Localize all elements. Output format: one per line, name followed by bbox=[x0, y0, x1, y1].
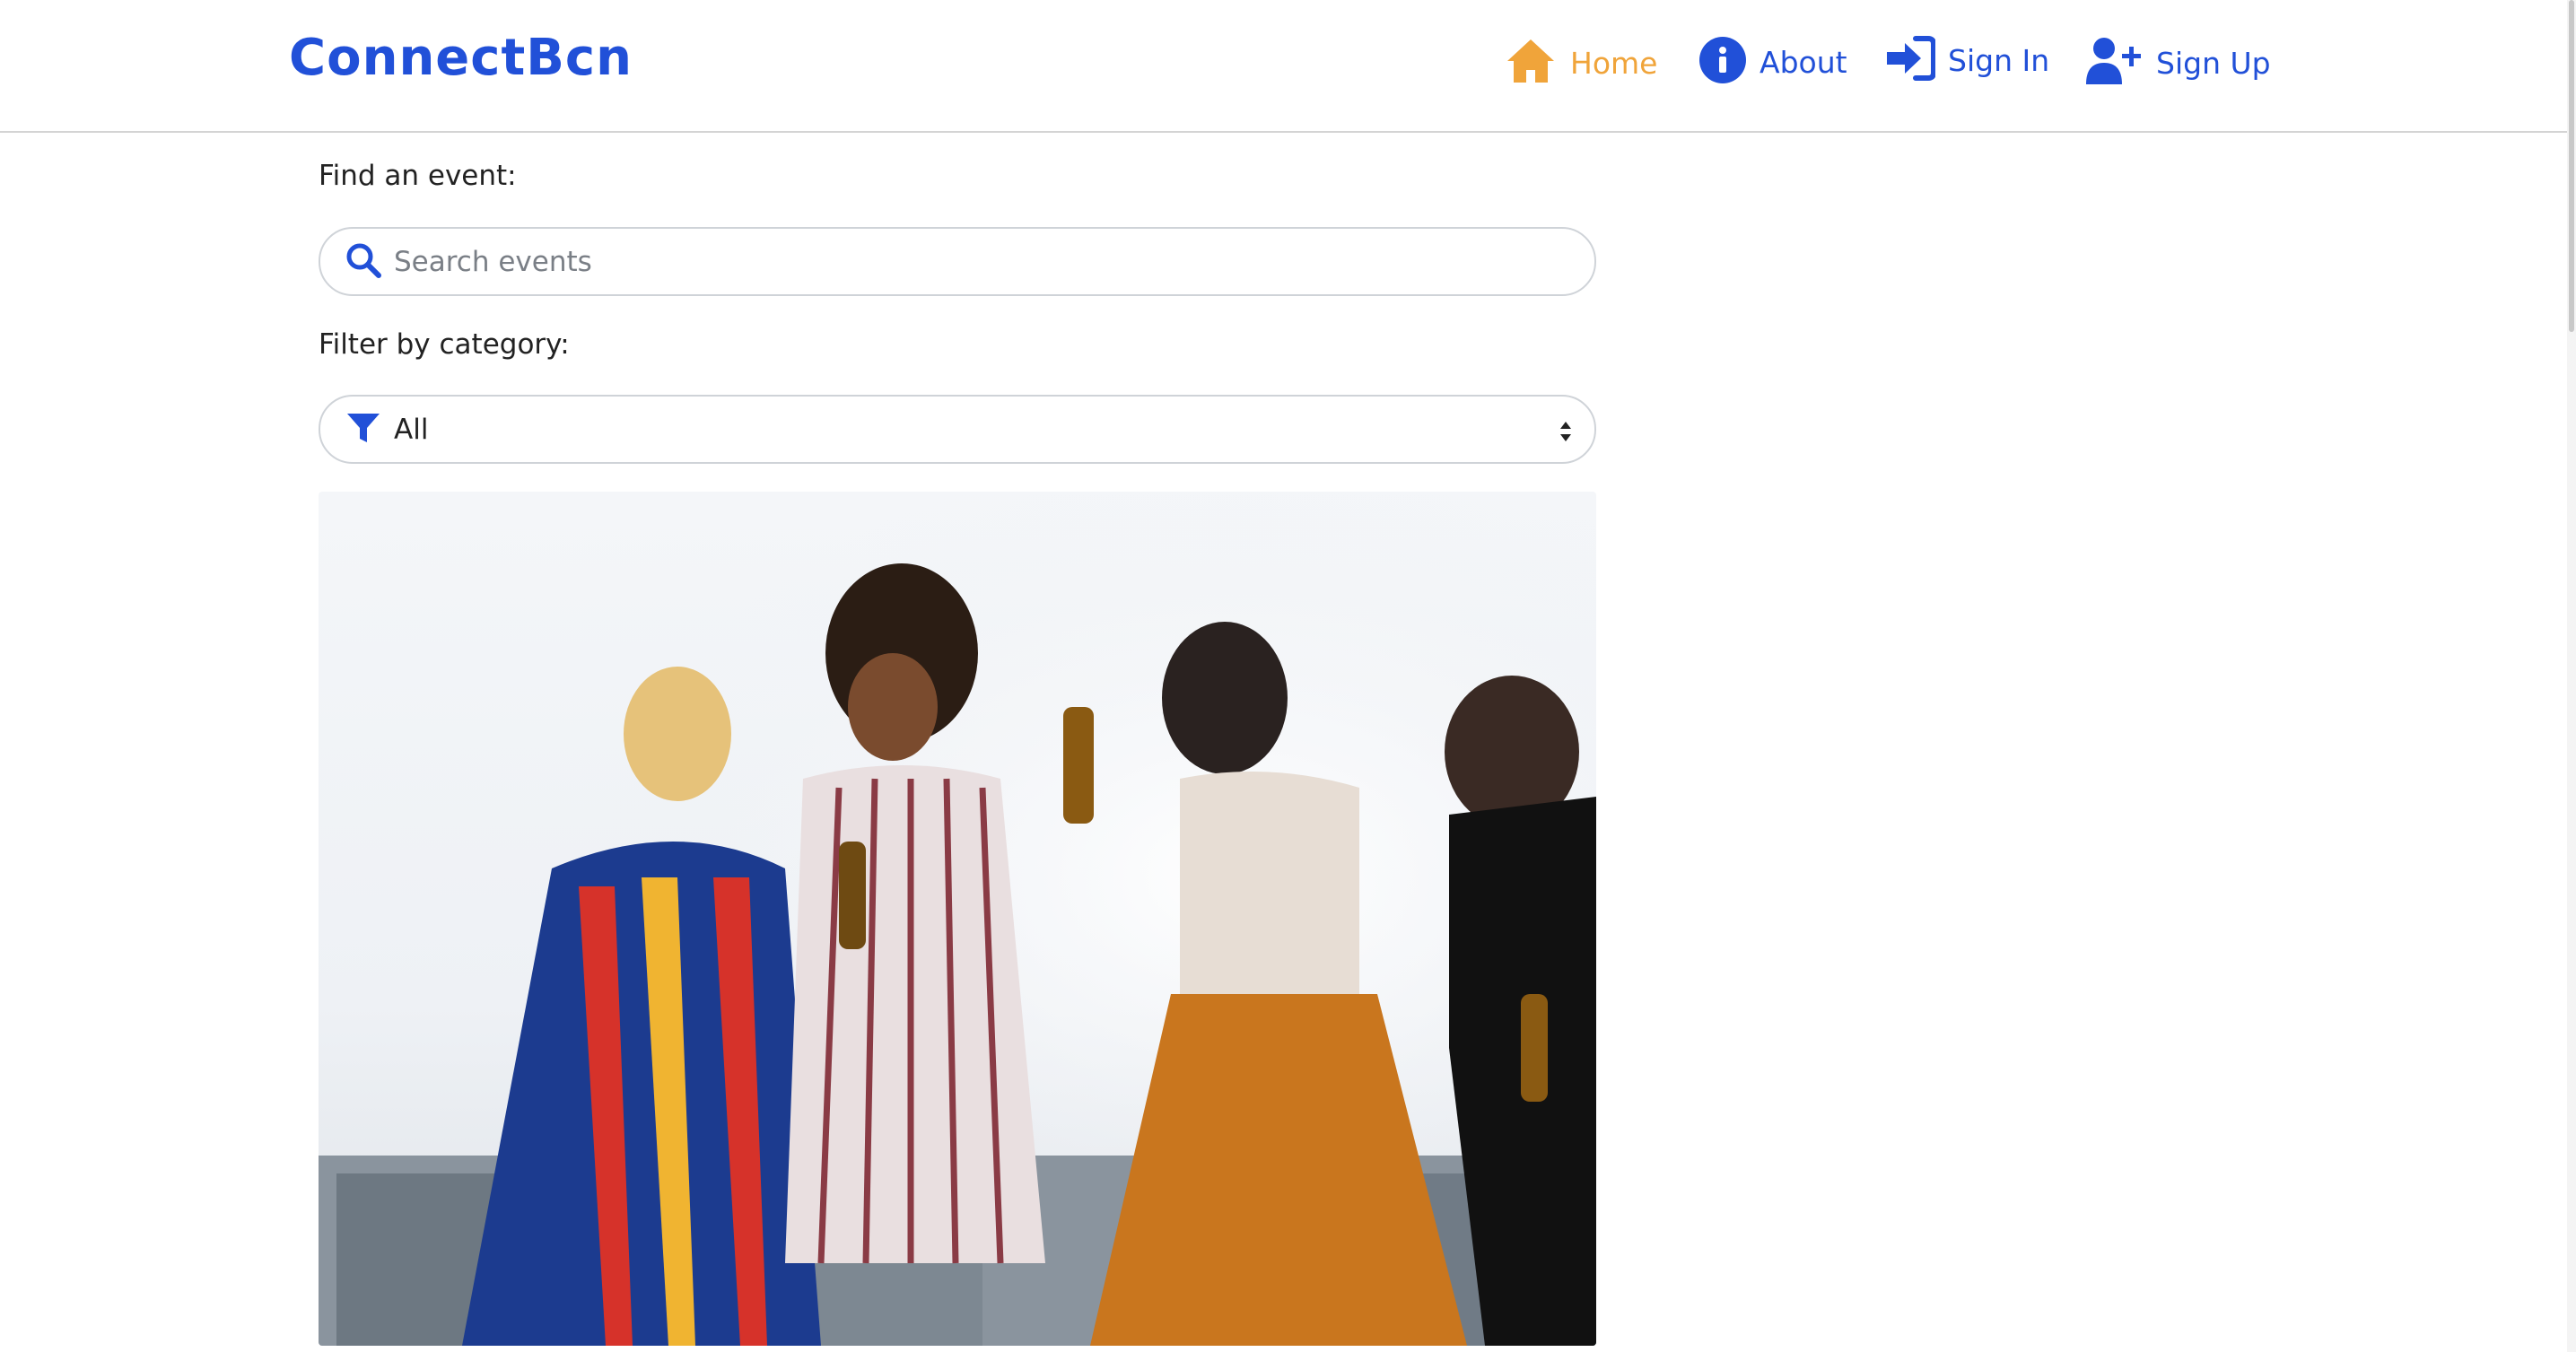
nav-sign-up-link[interactable]: Sign Up bbox=[2084, 36, 2271, 90]
nav-sign-up-label: Sign Up bbox=[2156, 45, 2271, 81]
vertical-scrollbar[interactable] bbox=[2567, 0, 2576, 1352]
select-arrows-icon bbox=[1559, 420, 1573, 447]
nav-home-label: Home bbox=[1570, 45, 1658, 81]
page: ConnectBcn Home About Sign In Sign Up Fi… bbox=[0, 0, 2576, 1352]
event-photo-illustration bbox=[319, 492, 1596, 1346]
nav-home-link[interactable]: Home bbox=[1504, 36, 1657, 90]
nav-sign-in-link[interactable]: Sign In bbox=[1885, 36, 2049, 84]
filter-icon bbox=[345, 410, 381, 449]
search-icon bbox=[345, 242, 381, 282]
user-plus-icon bbox=[2084, 36, 2144, 90]
search-label: Find an event: bbox=[319, 160, 517, 192]
filter-label: Filter by category: bbox=[319, 328, 570, 361]
scrollbar-thumb[interactable] bbox=[2569, 0, 2574, 332]
sign-in-icon bbox=[1885, 36, 1936, 84]
home-icon bbox=[1504, 36, 1558, 90]
search-input[interactable] bbox=[394, 245, 1560, 278]
search-field[interactable] bbox=[319, 227, 1596, 296]
category-select-value: All bbox=[394, 413, 429, 446]
info-icon bbox=[1698, 36, 1747, 88]
nav-sign-in-label: Sign In bbox=[1948, 42, 2050, 78]
nav-about-link[interactable]: About bbox=[1698, 36, 1847, 88]
brand-logo[interactable]: ConnectBcn bbox=[289, 29, 633, 87]
category-select[interactable]: All bbox=[319, 395, 1596, 464]
nav-about-label: About bbox=[1760, 44, 1847, 80]
event-photo[interactable] bbox=[319, 492, 1596, 1346]
top-navbar: ConnectBcn Home About Sign In Sign Up bbox=[0, 0, 2576, 133]
